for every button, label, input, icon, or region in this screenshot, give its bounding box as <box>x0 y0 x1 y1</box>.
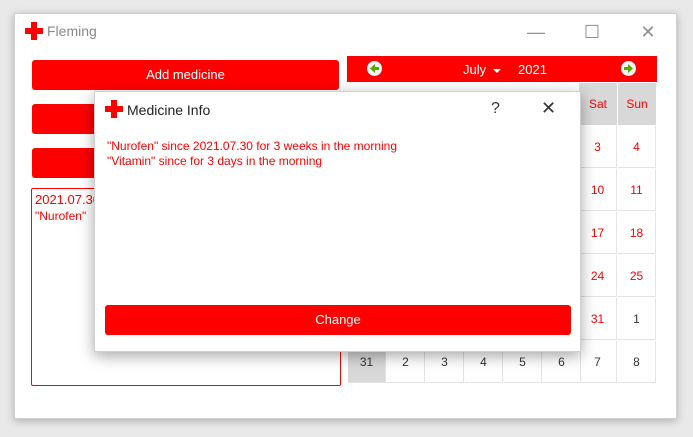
calendar-day[interactable]: 11 <box>618 169 656 211</box>
calendar-day[interactable]: 8 <box>618 341 656 383</box>
medicine-info-line: "Vitamin" since for 3 days in the mornin… <box>107 154 323 168</box>
month-selector[interactable]: July <box>463 62 486 77</box>
calendar-day[interactable]: 7 <box>579 341 617 383</box>
medicine-info-dialog: Medicine Info ? ✕ "Nurofen" since 2021.0… <box>94 91 581 352</box>
weekday-header: Sat <box>579 83 617 125</box>
red-cross-icon <box>105 100 123 118</box>
calendar-header: July 2021 <box>347 56 657 82</box>
calendar-day[interactable]: 31 <box>579 298 617 340</box>
year-label[interactable]: 2021 <box>518 62 547 77</box>
dialog-title: Medicine Info <box>127 102 211 118</box>
change-button[interactable]: Change <box>105 305 571 335</box>
chevron-down-icon[interactable] <box>493 69 501 73</box>
maximize-button[interactable]: ☐ <box>580 20 604 44</box>
calendar-day[interactable]: 25 <box>618 255 656 297</box>
add-medicine-button[interactable]: Add medicine <box>32 60 339 90</box>
dialog-close-button[interactable]: ✕ <box>541 98 556 119</box>
calendar-day[interactable]: 17 <box>579 212 617 254</box>
weekday-header: Sun <box>618 83 656 125</box>
calendar-day[interactable]: 18 <box>618 212 656 254</box>
app-title: Fleming <box>47 23 97 39</box>
minimize-button[interactable]: — <box>524 20 548 44</box>
calendar-day[interactable]: 3 <box>579 126 617 168</box>
previous-month-icon[interactable] <box>367 61 382 76</box>
medicine-info-line: "Nurofen" since 2021.07.30 for 3 weeks i… <box>107 139 398 153</box>
calendar-day[interactable]: 24 <box>579 255 617 297</box>
close-button[interactable]: ✕ <box>636 20 660 44</box>
title-bar[interactable]: Fleming — ☐ ✕ <box>15 14 676 50</box>
calendar-day[interactable]: 4 <box>618 126 656 168</box>
red-cross-icon <box>25 22 43 40</box>
list-date: 2021.07.30 <box>35 192 101 207</box>
calendar-day[interactable]: 1 <box>618 298 656 340</box>
help-button[interactable]: ? <box>491 100 500 118</box>
calendar-day[interactable]: 10 <box>579 169 617 211</box>
list-item[interactable]: "Nurofen" <box>35 209 86 223</box>
next-month-icon[interactable] <box>621 61 636 76</box>
